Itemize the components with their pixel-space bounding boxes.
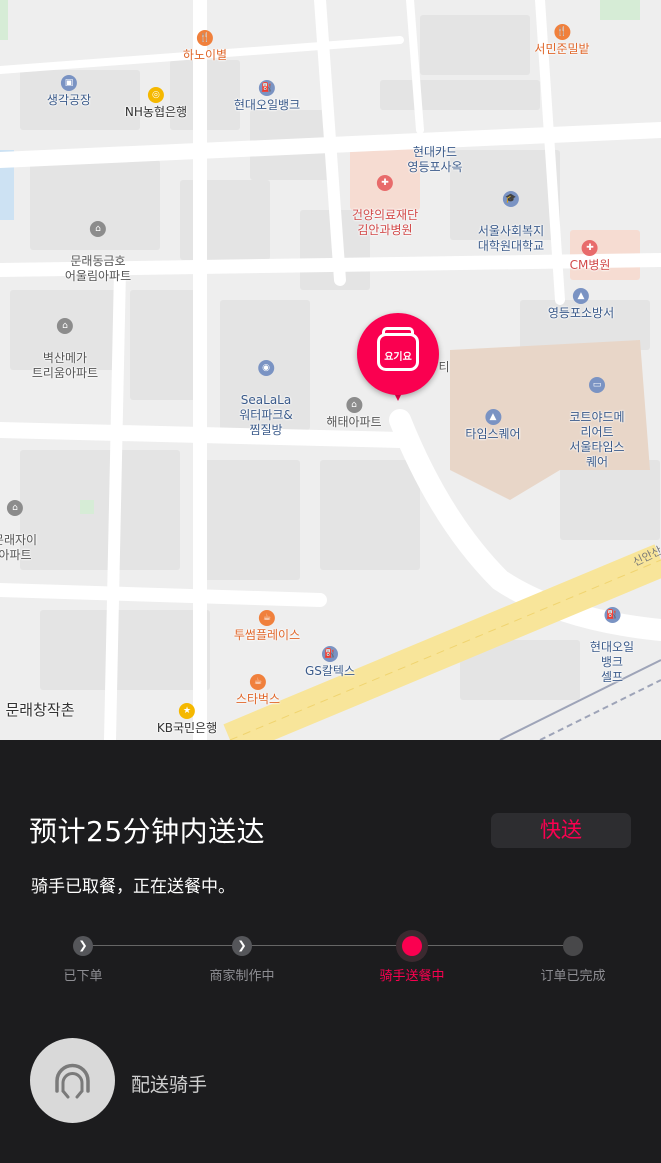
university-icon: 🎓 [503,191,519,207]
poi-gas-station[interactable]: ⛽ 현대오일뱅크 셀프 [588,592,637,685]
delivery-type-badge: 快送 [491,813,631,848]
poi-apartment[interactable]: ⌂ 문래동금호 어울림아파트 [65,206,131,284]
poi-restaurant[interactable]: 🍴 하노이별 [183,30,227,63]
poi-fire-station[interactable]: ▲ 영등포소방서 [548,288,614,321]
step-completed: 订单已完成 [513,930,633,984]
poi-apartment[interactable]: ⌂ 문래자이 아파트 [0,485,37,563]
partial-label: 티 [438,360,450,374]
step-delivering: 骑手送餐中 [352,930,472,984]
poi-hospital[interactable]: ✚ 건양의료재단 김안과병원 [352,160,418,238]
poi-university[interactable]: 🎓 서울사회복지 대학원대학교 [478,176,544,254]
gas-station-icon: ⛽ [259,80,275,96]
hospital-icon: ✚ [377,175,393,191]
poi-cafe[interactable]: ☕ 스타벅스 [236,674,280,707]
rider-helmet-icon [55,1063,90,1099]
poi-bank[interactable]: ◎ NH농협은행 [125,87,187,120]
hotel-icon: ▭ [589,377,605,393]
cafe-icon: ☕ [259,610,275,626]
gas-station-icon: ⛽ [321,646,338,662]
restaurant-icon: 🍴 [553,24,570,40]
poi-cafe[interactable]: ☕ 투썸플레이스 [234,610,300,643]
poi-restaurant[interactable]: 🍴 서민준밀밭 [534,24,590,57]
apartment-icon: ⌂ [90,221,106,237]
poi-gas-station[interactable]: ⛽ 현대오일뱅크 [234,80,300,113]
store-location-pin[interactable]: 요기요 [357,313,439,403]
check-chevron-icon: ❯ [73,936,93,956]
apartment-icon: ⌂ [57,318,73,334]
waterpark-icon: ◉ [258,360,274,376]
step-preparing: ❯ 商家制作中 [182,930,302,984]
bank-icon: ★ [178,703,195,719]
order-status-panel: 预计25分钟内送达 快送 骑手已取餐，正在送餐中。 ❯ 已下单 ❯ 商家制作中 … [0,740,661,1163]
rider-label: 配送骑手 [131,1074,208,1096]
poi-apartment[interactable]: ⌂ 벽산메가 트리움아파트 [32,303,98,381]
poi-place[interactable]: ▣ 생각공장 [47,75,91,108]
area-label: 문래창작촌 [5,701,75,719]
map-base [0,0,661,740]
pin-brand-label: 요기요 [384,352,412,363]
restaurant-icon: 🍴 [196,30,213,46]
poi-gas-station[interactable]: ⛽ GS칼텍스 [305,646,355,679]
active-step-dot-icon [396,930,428,962]
step-ordered: ❯ 已下单 [23,930,143,984]
order-progress-stepper: ❯ 已下单 ❯ 商家制作中 骑手送餐中 订单已完成 [0,930,661,990]
cafe-icon: ☕ [249,674,266,690]
poi-hotel[interactable]: ▭ 코트야드메리어트 서울타임스퀘어 [565,362,629,470]
status-message: 骑手已取餐，正在送餐中。 [31,877,235,897]
gas-station-icon: ⛽ [604,607,620,623]
fire-station-icon: ▲ [573,288,589,304]
poi-waterpark[interactable]: ◉ SeaLaLa 워터파크& 찜질방 [239,345,293,438]
map-view[interactable]: 🍴 하노이별 🍴 서민준밀밭 ▣ 생각공장 ◎ NH농협은행 ⛽ 현대오일뱅크 … [0,0,661,740]
eta-title: 预计25分钟内送达 [29,815,266,848]
building-icon: ▣ [60,75,77,91]
rider-avatar[interactable] [30,1038,115,1123]
mall-icon: ▲ [484,409,501,425]
pending-step-dot-icon [563,936,583,956]
poi-bank[interactable]: ★ KB국민은행 [157,703,217,736]
poi-mall[interactable]: ▲ 타임스퀘어 [465,409,521,442]
check-chevron-icon: ❯ [232,936,252,956]
poi-hospital[interactable]: ✚ CM병원 [570,240,610,273]
apartment-icon: ⌂ [6,500,23,516]
hospital-icon: ✚ [581,240,598,256]
progress-track [83,945,573,946]
bank-icon: ◎ [147,87,164,103]
